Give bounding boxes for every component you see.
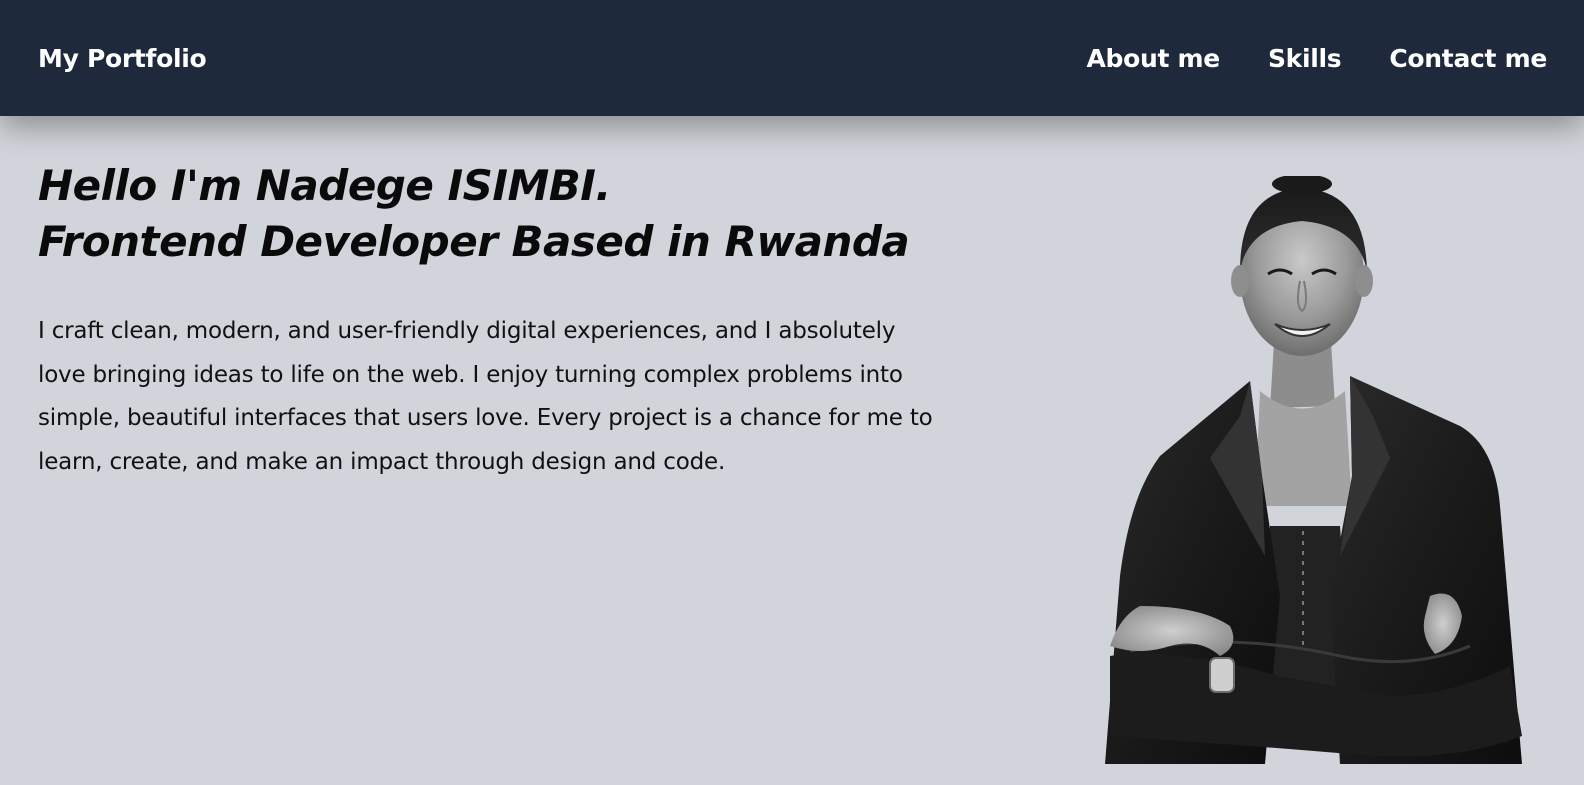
profile-portrait-image — [1105, 176, 1522, 764]
hero-text: Hello I'm Nadege ISIMBI. Frontend Develo… — [38, 158, 958, 484]
hero-intro-paragraph: I craft clean, modern, and user-friendly… — [38, 318, 933, 475]
hero-section: Hello I'm Nadege ISIMBI. Frontend Develo… — [0, 116, 1584, 785]
nav-link-contact-me[interactable]: Contact me — [1389, 44, 1547, 73]
nav-link-about-me[interactable]: About me — [1086, 44, 1220, 73]
nav-links: About me Skills Contact me — [1086, 44, 1547, 73]
hero-heading: Hello I'm Nadege ISIMBI. Frontend Develo… — [38, 158, 958, 270]
hero-heading-line1: Hello I'm Nadege ISIMBI. — [38, 161, 611, 210]
hero-heading-line2: Frontend Developer Based in Rwanda — [38, 217, 910, 266]
nav-link-skills[interactable]: Skills — [1268, 44, 1342, 73]
brand-logo-link[interactable]: My Portfolio — [38, 44, 207, 73]
navbar: My Portfolio About me Skills Contact me — [0, 0, 1584, 116]
